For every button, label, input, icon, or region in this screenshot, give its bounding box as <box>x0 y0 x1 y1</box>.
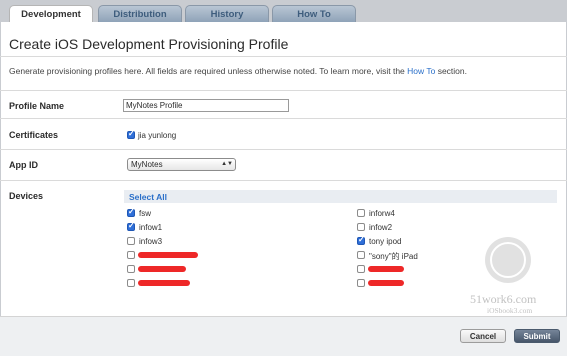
tab-how-to[interactable]: How To <box>272 5 356 22</box>
device-name: inforw4 <box>369 209 395 218</box>
device-name: infow2 <box>369 223 393 232</box>
tab-bar: Development Distribution History How To <box>0 0 567 22</box>
redacted-device-name <box>368 280 404 286</box>
tab-history[interactable]: History <box>185 5 269 22</box>
certificates-label: Certificates <box>9 130 59 140</box>
device-checkbox[interactable] <box>127 251 135 259</box>
intro-text-before: Generate provisioning profiles here. All… <box>9 66 408 76</box>
page-title: Create iOS Development Provisioning Prof… <box>9 36 289 52</box>
submit-button[interactable]: Submit <box>514 329 560 343</box>
watermark-text: 51work6.com <box>470 292 537 306</box>
device-name: infow3 <box>139 237 163 246</box>
device-checkbox[interactable] <box>357 235 365 245</box>
device-name: fsw <box>139 209 151 218</box>
device-name: infow1 <box>139 223 163 232</box>
tab-development[interactable]: Development <box>9 5 93 22</box>
select-all-bar: Select All <box>124 190 557 203</box>
device-checkbox[interactable] <box>357 223 365 231</box>
certificate-checkbox[interactable] <box>127 129 135 139</box>
divider <box>0 56 567 57</box>
device-checkbox[interactable] <box>357 265 365 273</box>
watermark-subtext: iOSbook3.com <box>487 306 533 315</box>
redacted-device-name <box>138 266 186 272</box>
footer-bar: Cancel Submit <box>0 316 567 356</box>
watermark-logo-icon <box>485 237 531 283</box>
device-name: "sony"的 iPad <box>369 252 418 261</box>
device-checkbox[interactable] <box>357 279 365 287</box>
app-id-label: App ID <box>9 160 38 170</box>
device-checkbox[interactable] <box>127 207 135 217</box>
profile-name-label: Profile Name <box>9 101 65 111</box>
device-checkbox[interactable] <box>127 265 135 273</box>
device-checkbox[interactable] <box>127 279 135 287</box>
divider <box>0 90 567 91</box>
cancel-button[interactable]: Cancel <box>460 329 506 343</box>
redacted-device-name <box>138 252 198 258</box>
tab-distribution[interactable]: Distribution <box>98 5 182 22</box>
devices-label: Devices <box>9 191 44 201</box>
divider <box>0 149 567 150</box>
device-checkbox[interactable] <box>127 237 135 245</box>
intro-text-after: section. <box>435 66 467 76</box>
redacted-device-name <box>138 280 190 286</box>
device-name: tony ipod <box>369 237 402 246</box>
intro-text: Generate provisioning profiles here. All… <box>9 66 467 76</box>
profile-name-input[interactable]: MyNotes Profile <box>123 99 289 112</box>
select-all-link[interactable]: Select All <box>129 192 167 202</box>
updown-arrows-icon: ▲▼ <box>221 161 233 167</box>
app-id-select[interactable]: MyNotes ▲▼ <box>127 158 236 171</box>
how-to-link[interactable]: How To <box>407 66 435 76</box>
certificate-name: jia yunlong <box>138 131 177 140</box>
redacted-device-name <box>368 266 404 272</box>
device-checkbox[interactable] <box>127 221 135 231</box>
device-checkbox[interactable] <box>357 251 365 259</box>
app-id-value: MyNotes <box>131 160 163 169</box>
divider <box>0 118 567 119</box>
device-checkbox[interactable] <box>357 209 365 217</box>
divider <box>0 180 567 181</box>
